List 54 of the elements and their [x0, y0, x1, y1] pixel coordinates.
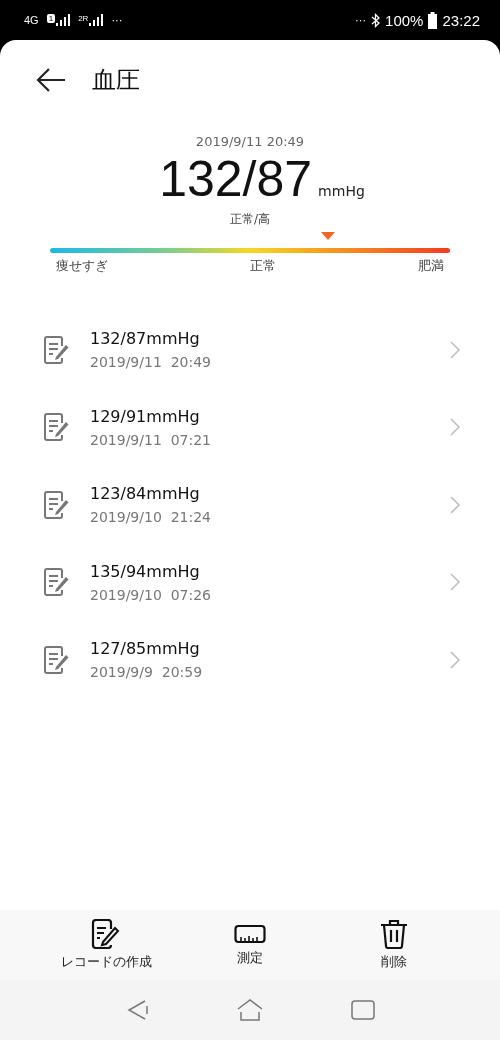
record-value: 123/84mmHg	[90, 484, 201, 504]
page-title: 血圧	[92, 65, 140, 96]
more-notifications: ···	[111, 14, 123, 26]
note-edit-icon	[44, 413, 70, 442]
record-value: 132/87mmHg	[90, 329, 201, 349]
chevron-right-icon	[450, 495, 460, 514]
scale-label: 肥満	[418, 257, 444, 275]
network-label: 4G	[24, 14, 39, 26]
record-item[interactable]: 132/87mmHg 2019/9/11 20:49	[0, 311, 500, 389]
chevron-right-icon	[450, 418, 460, 437]
note-edit-icon	[44, 490, 70, 519]
record-value: 129/91mmHg	[90, 406, 201, 426]
record-item[interactable]: 129/91mmHg 2019/9/11 07:21	[0, 388, 500, 466]
record-time: 2019/9/10 07:26	[90, 586, 213, 603]
record-time: 2019/9/9 20:59	[90, 664, 204, 681]
note-edit-icon	[44, 335, 70, 364]
scale-label: 正常	[250, 257, 276, 275]
chevron-right-icon	[450, 340, 460, 359]
note-edit-icon	[91, 919, 121, 949]
measurement-time: 2019/9/11 20:49	[195, 134, 305, 149]
scale-label: 痩せすぎ	[56, 257, 108, 275]
record-time: 2019/9/11 07:21	[90, 431, 213, 448]
category-label: 正常/高	[229, 211, 270, 228]
record-item[interactable]: 123/84mmHg 2019/9/10 21:24	[0, 466, 500, 544]
toolbar-button[interactable]: 削除	[339, 915, 449, 975]
toolbar-button[interactable]: 測定	[195, 919, 305, 971]
signal-icon	[56, 14, 71, 26]
chevron-right-icon	[450, 573, 460, 592]
record-value: 135/94mmHg	[90, 561, 201, 581]
sim-label: 2R	[78, 14, 89, 23]
nav-back-icon[interactable]	[127, 999, 149, 1021]
sim-badge: 1	[46, 14, 56, 23]
nav-recents-icon[interactable]	[351, 1000, 375, 1020]
back-arrow-icon[interactable]	[36, 67, 66, 93]
nav-home-icon[interactable]	[237, 999, 263, 1021]
unit-label: mmHg	[318, 183, 365, 199]
note-edit-icon	[44, 645, 70, 674]
battery-icon	[428, 11, 438, 29]
bluetooth-icon	[371, 12, 381, 28]
record-item[interactable]: 127/85mmHg 2019/9/9 20:59	[0, 621, 500, 699]
trash-icon	[379, 919, 409, 949]
record-value: 127/85mmHg	[90, 639, 201, 659]
record-item[interactable]: 135/94mmHg 2019/9/10 07:26	[0, 543, 500, 621]
record-time: 2019/9/11 20:49	[90, 354, 213, 371]
battery-percent: 100%	[385, 11, 424, 29]
ruler-icon	[234, 923, 266, 945]
more-notifications: ···	[355, 14, 367, 26]
pressure-value: 132/87	[159, 151, 313, 207]
note-edit-icon	[44, 568, 70, 597]
record-time: 2019/9/10 21:24	[90, 509, 213, 526]
toolbar-button[interactable]: レコードの作成	[51, 915, 161, 975]
clock: 23:22	[442, 11, 480, 29]
signal-icon	[89, 14, 104, 26]
chevron-right-icon	[450, 650, 460, 669]
